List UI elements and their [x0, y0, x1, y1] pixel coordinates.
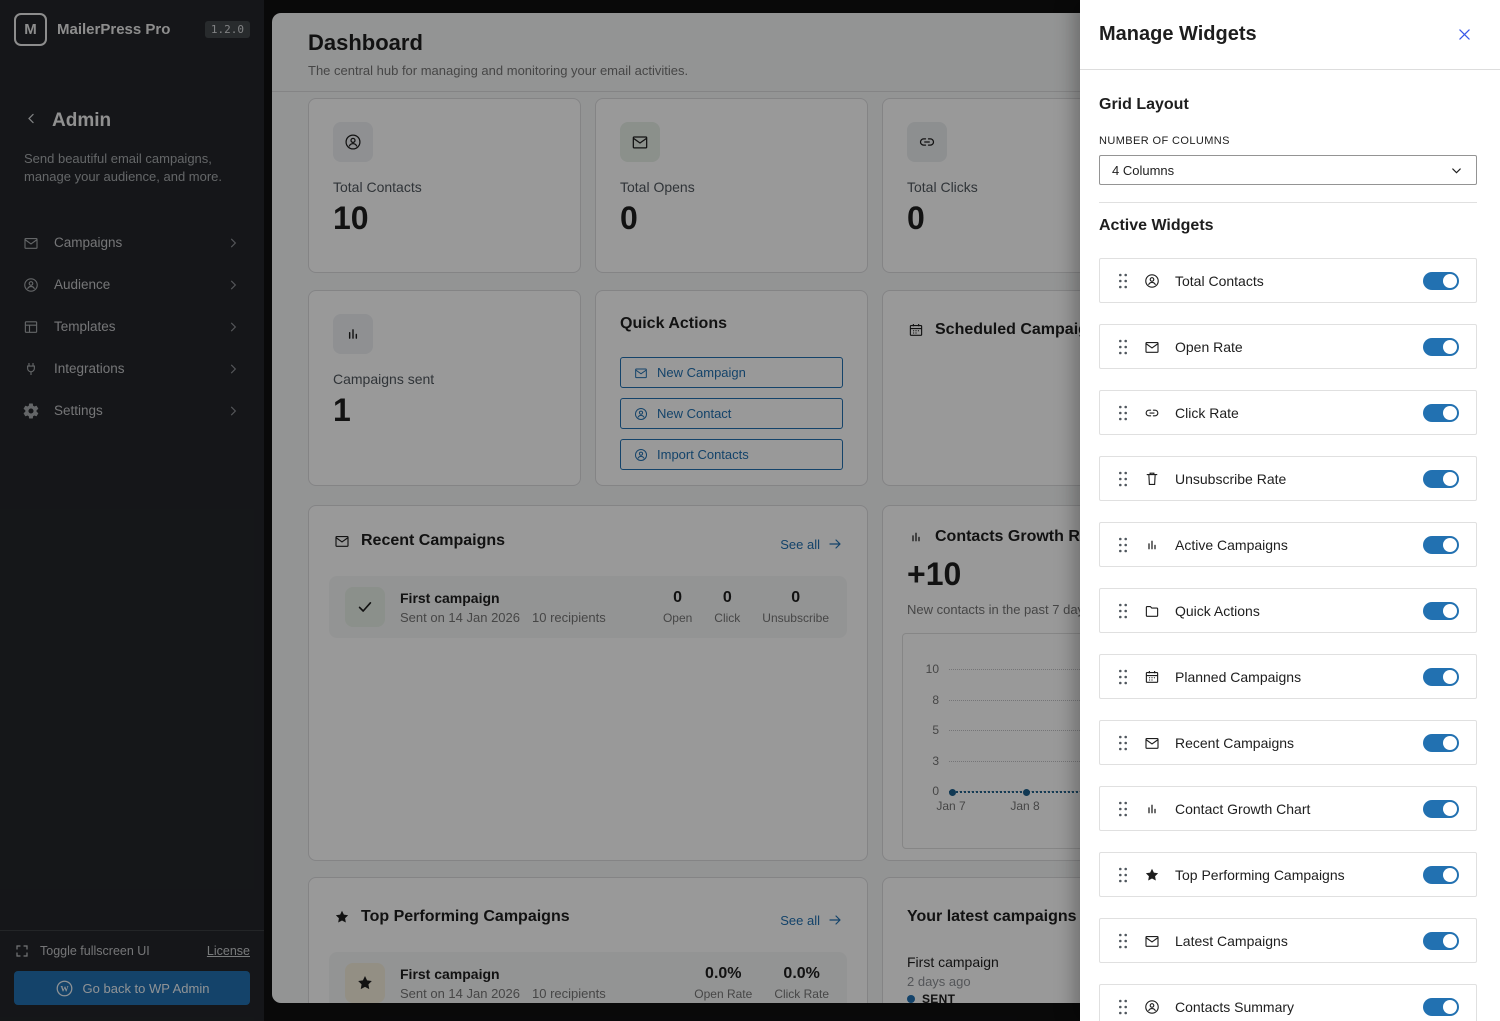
- drag-handle-icon[interactable]: [1118, 998, 1128, 1016]
- active-widgets-heading: Active Widgets: [1099, 217, 1477, 235]
- widget-row-open-rate[interactable]: Open Rate: [1099, 324, 1477, 369]
- widget-toggle[interactable]: [1423, 932, 1459, 950]
- divider: [1099, 202, 1477, 203]
- drag-handle-icon[interactable]: [1118, 470, 1128, 488]
- widget-toggle[interactable]: [1423, 734, 1459, 752]
- columns-select-value: 4 Columns: [1112, 163, 1174, 178]
- widget-toggle[interactable]: [1423, 272, 1459, 290]
- drag-handle-icon[interactable]: [1118, 272, 1128, 290]
- person-icon: [1143, 998, 1161, 1016]
- link-icon: [1143, 404, 1161, 422]
- widget-toggle[interactable]: [1423, 536, 1459, 554]
- chart-icon: [1143, 536, 1161, 554]
- active-widgets-list: Total Contacts Open Rate Click Rate: [1099, 258, 1477, 1021]
- app-window: M MailerPress Pro 1.2.0 Admin Send beaut…: [0, 0, 1500, 1021]
- grid-layout-heading: Grid Layout: [1099, 96, 1477, 114]
- columns-label: NUMBER OF COLUMNS: [1099, 135, 1477, 147]
- modal-overlay[interactable]: [0, 0, 1080, 1021]
- widget-toggle[interactable]: [1423, 800, 1459, 818]
- envelope-icon: [1143, 932, 1161, 950]
- drag-handle-icon[interactable]: [1118, 734, 1128, 752]
- widget-row-contact-growth-chart[interactable]: Contact Growth Chart: [1099, 786, 1477, 831]
- widget-toggle[interactable]: [1423, 998, 1459, 1016]
- chart-icon: [1143, 800, 1161, 818]
- drag-handle-icon[interactable]: [1118, 866, 1128, 884]
- manage-widgets-drawer: Manage Widgets Grid Layout NUMBER OF COL…: [1080, 0, 1500, 1021]
- widget-row-active-campaigns[interactable]: Active Campaigns: [1099, 522, 1477, 567]
- drag-handle-icon[interactable]: [1118, 536, 1128, 554]
- widget-row-top-performing-campaigns[interactable]: Top Performing Campaigns: [1099, 852, 1477, 897]
- widget-toggle[interactable]: [1423, 866, 1459, 884]
- widget-row-contacts-summary[interactable]: Contacts Summary: [1099, 984, 1477, 1021]
- drawer-title: Manage Widgets: [1099, 23, 1257, 46]
- drag-handle-icon[interactable]: [1118, 338, 1128, 356]
- close-icon: [1456, 26, 1473, 43]
- envelope-icon: [1143, 734, 1161, 752]
- widget-row-latest-campaigns[interactable]: Latest Campaigns: [1099, 918, 1477, 963]
- drag-handle-icon[interactable]: [1118, 602, 1128, 620]
- trash-icon: [1143, 470, 1161, 488]
- widget-row-unsubscribe-rate[interactable]: Unsubscribe Rate: [1099, 456, 1477, 501]
- close-button[interactable]: [1452, 23, 1476, 47]
- widget-toggle[interactable]: [1423, 668, 1459, 686]
- widget-toggle[interactable]: [1423, 404, 1459, 422]
- widget-toggle[interactable]: [1423, 602, 1459, 620]
- widget-row-quick-actions[interactable]: Quick Actions: [1099, 588, 1477, 633]
- widget-toggle[interactable]: [1423, 470, 1459, 488]
- widget-row-total-contacts[interactable]: Total Contacts: [1099, 258, 1477, 303]
- drag-handle-icon[interactable]: [1118, 932, 1128, 950]
- drag-handle-icon[interactable]: [1118, 668, 1128, 686]
- envelope-icon: [1143, 338, 1161, 356]
- widget-row-recent-campaigns[interactable]: Recent Campaigns: [1099, 720, 1477, 765]
- widget-toggle[interactable]: [1423, 338, 1459, 356]
- folder-icon: [1143, 602, 1161, 620]
- drawer-header: Manage Widgets: [1080, 0, 1500, 70]
- widget-row-planned-campaigns[interactable]: Planned Campaigns: [1099, 654, 1477, 699]
- drag-handle-icon[interactable]: [1118, 404, 1128, 422]
- columns-select[interactable]: 4 Columns: [1099, 155, 1477, 185]
- chevron-down-icon: [1449, 163, 1464, 178]
- star-icon: [1143, 866, 1161, 884]
- person-icon: [1143, 272, 1161, 290]
- widget-row-click-rate[interactable]: Click Rate: [1099, 390, 1477, 435]
- calendar-icon: [1143, 668, 1161, 686]
- drag-handle-icon[interactable]: [1118, 800, 1128, 818]
